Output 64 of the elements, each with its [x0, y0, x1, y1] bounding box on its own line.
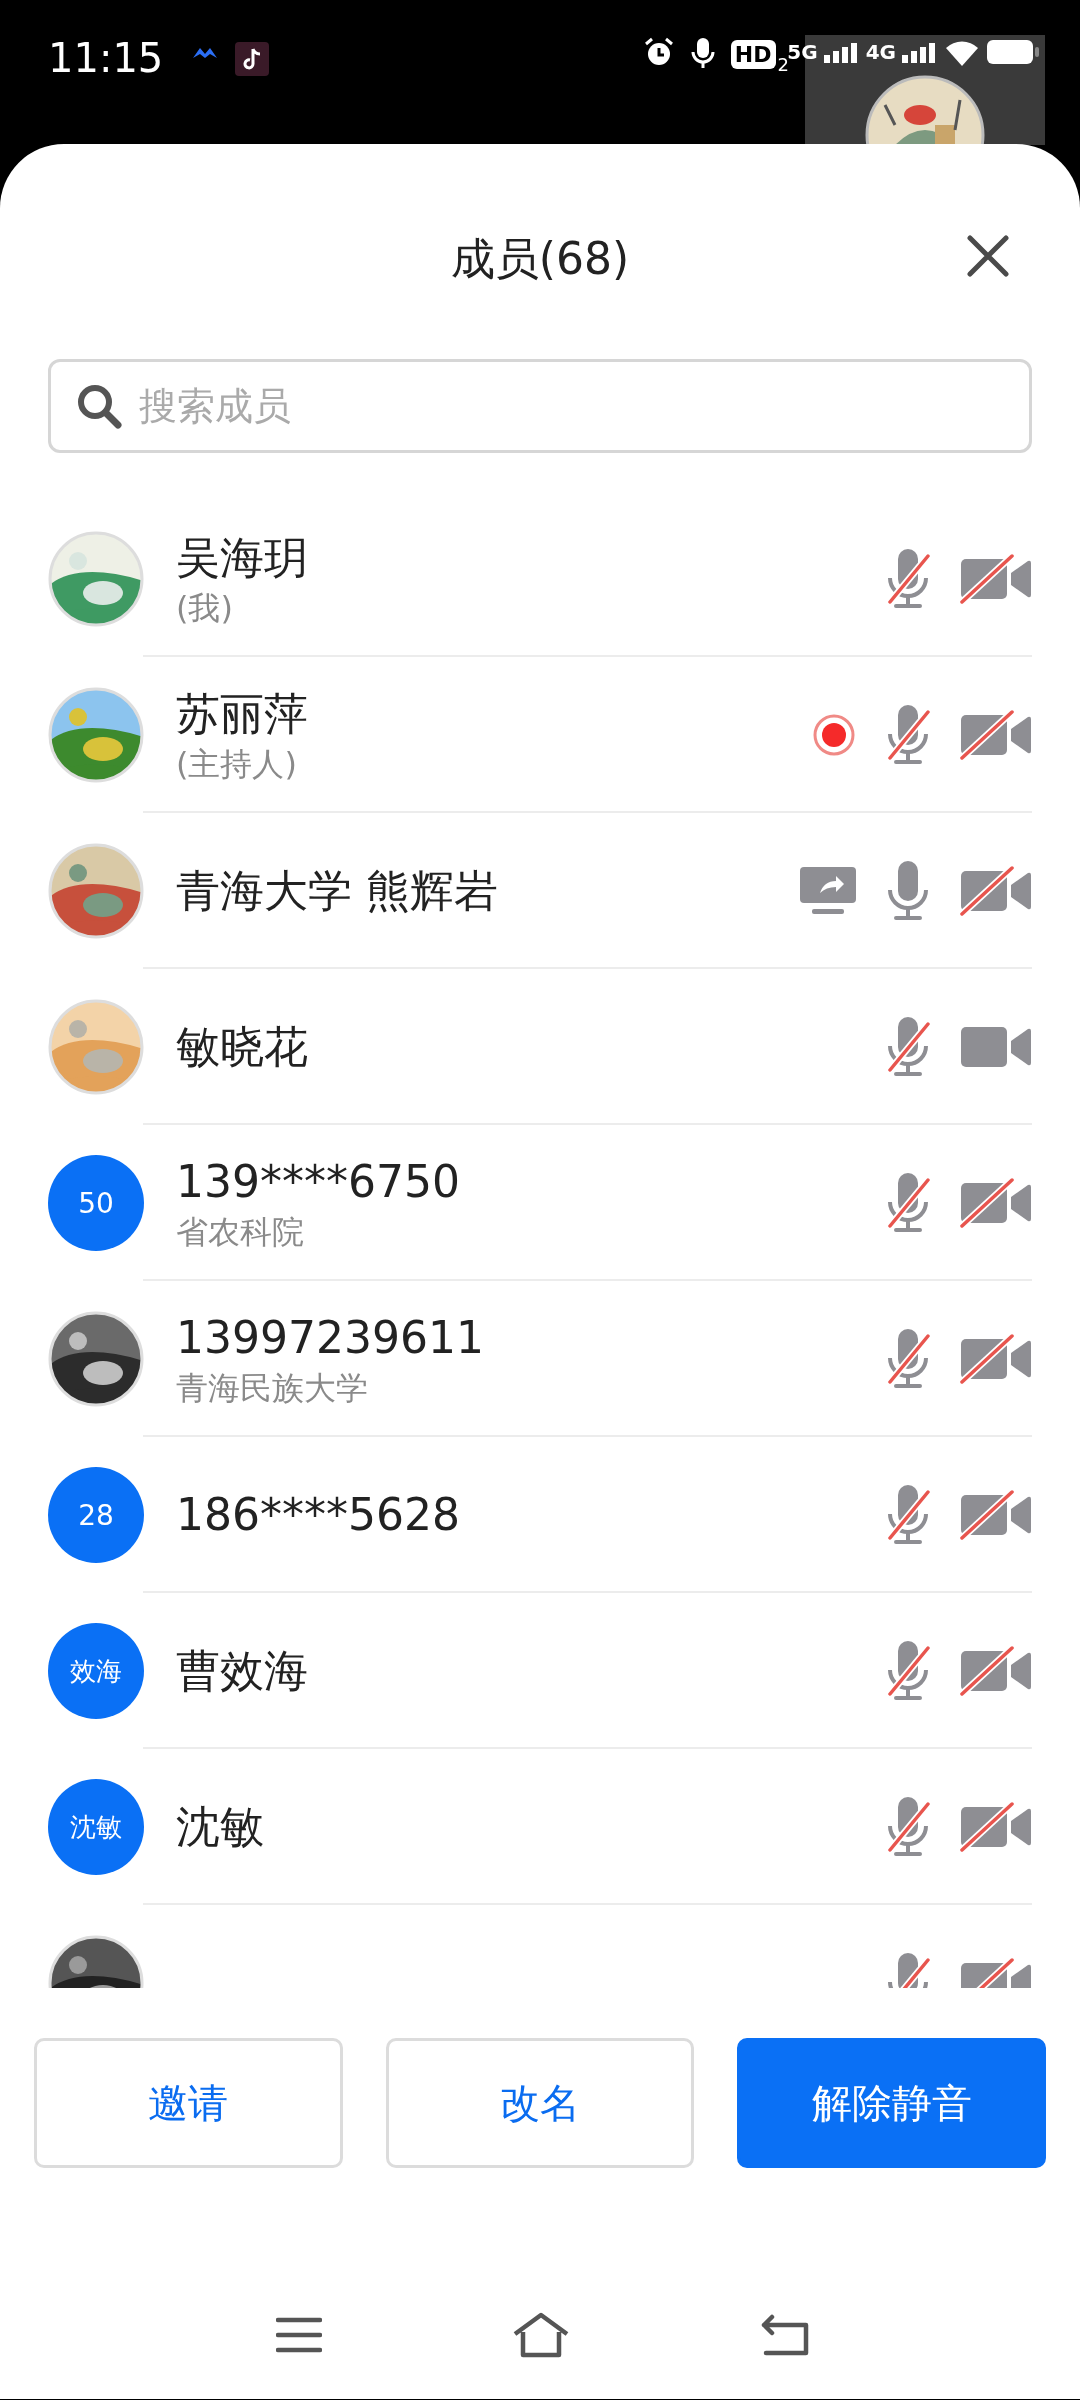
member-row[interactable]: 沈敏 沈敏 — [0, 1749, 1080, 1905]
camera-off-icon[interactable] — [960, 1490, 1032, 1540]
member-subtitle: 青海民族大学 — [176, 1368, 369, 1408]
member-row[interactable]: 青海大学 熊辉岩 — [0, 813, 1080, 969]
microphone-muted-icon[interactable] — [886, 1172, 930, 1234]
primary-button[interactable]: 解除静音 — [737, 2038, 1046, 2168]
member-row[interactable]: 13997239611 青海民族大学 — [0, 1281, 1080, 1437]
hd-sim-label: 2 — [777, 54, 789, 75]
status-time: 11:15 — [48, 36, 164, 80]
avatar: 28 — [48, 1467, 144, 1563]
member-subtitle: (主持人) — [176, 744, 298, 784]
member-name: 139****6750 — [176, 1155, 461, 1209]
member-name: 186****5628 — [176, 1488, 461, 1542]
member-name: 吴海玥 — [176, 531, 309, 585]
signal-icon — [823, 41, 860, 63]
microphone-muted-icon[interactable] — [886, 1016, 930, 1078]
microphone-muted-icon[interactable] — [886, 1484, 930, 1546]
action-button[interactable]: 改名 — [385, 2038, 695, 2168]
camera-off-icon[interactable] — [960, 1334, 1032, 1384]
network-type: 4G — [865, 40, 896, 64]
microphone-muted-icon[interactable] — [886, 704, 930, 766]
camera-off-icon[interactable] — [960, 866, 1032, 916]
music-note-icon — [235, 42, 270, 76]
microphone-muted-icon[interactable] — [886, 1640, 930, 1702]
microphone-muted-icon[interactable] — [886, 1328, 930, 1390]
microphone-icon[interactable] — [886, 860, 930, 922]
hd-indicator: HD — [730, 40, 776, 69]
member-name: 青海大学 熊辉岩 — [176, 864, 499, 918]
member-name: 敏晓花 — [176, 1020, 309, 1074]
member-row[interactable]: 28 186****5628 — [0, 1437, 1080, 1593]
member-subtitle: 省农科院 — [176, 1212, 305, 1252]
signal-icon — [902, 41, 938, 63]
sheet-title: 成员(68) — [450, 231, 630, 286]
home-icon[interactable] — [512, 2312, 570, 2358]
member-name: 曹效海 — [176, 1644, 309, 1698]
camera-off-icon[interactable] — [960, 1178, 1032, 1228]
camera-off-icon[interactable] — [960, 1802, 1032, 1852]
camera-off-icon[interactable] — [960, 1646, 1032, 1696]
member-row[interactable]: 敏晓花 — [0, 969, 1080, 1125]
battery-icon — [986, 39, 1040, 65]
network-type: 5G — [787, 40, 818, 64]
avatar: 效海 — [48, 1623, 144, 1719]
member-name: 13997239611 — [176, 1311, 485, 1365]
close-icon[interactable] — [966, 234, 1010, 278]
back-icon[interactable] — [760, 2314, 810, 2356]
member-name: 沈敏 — [176, 1800, 265, 1854]
search-field[interactable]: 搜索成员 — [48, 359, 1032, 453]
avatar: 50 — [48, 1155, 144, 1251]
avatar: 沈敏 — [48, 1779, 144, 1875]
member-name: 苏丽萍 — [176, 687, 309, 741]
member-subtitle: (我) — [176, 588, 234, 628]
microphone-muted-icon[interactable] — [886, 1796, 930, 1858]
microphone-icon — [690, 36, 715, 70]
search-icon — [76, 383, 122, 429]
member-row[interactable]: 苏丽萍 (主持人) — [0, 657, 1080, 813]
member-row[interactable]: 效海 曹效海 — [0, 1593, 1080, 1749]
member-row[interactable]: 吴海玥 (我) — [0, 501, 1080, 657]
member-row[interactable]: 50 139****6750 省农科院 — [0, 1125, 1080, 1281]
camera-off-icon[interactable] — [960, 554, 1032, 604]
alarm-icon — [642, 36, 675, 68]
camera-off-icon[interactable] — [960, 710, 1032, 760]
menu-icon[interactable] — [276, 2317, 322, 2353]
microphone-muted-icon[interactable] — [886, 548, 930, 610]
action-button[interactable]: 邀请 — [34, 2038, 343, 2168]
